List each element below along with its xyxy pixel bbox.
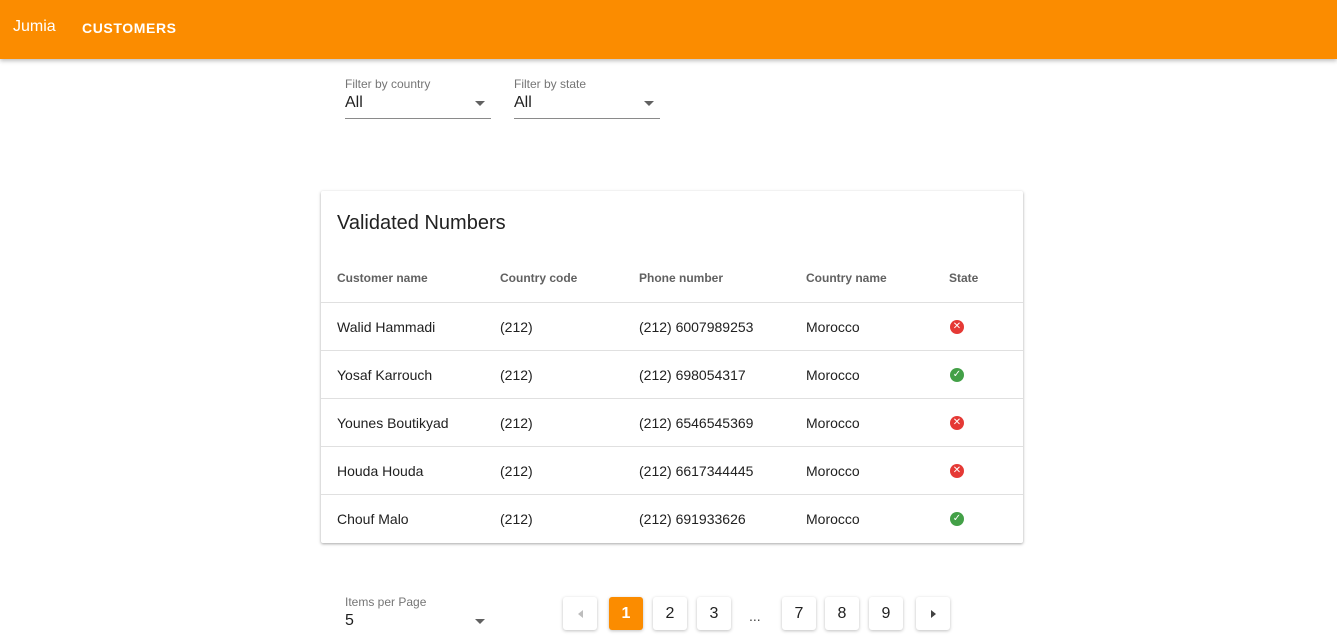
column-header-phone-number: Phone number bbox=[639, 271, 724, 285]
customer-name-cell: Younes Boutikyad bbox=[337, 415, 449, 431]
items-per-page-label: Items per Page bbox=[345, 595, 427, 609]
items-per-page-select[interactable]: Items per Page 5 bbox=[345, 595, 491, 635]
country-code-cell: (212) bbox=[500, 415, 533, 431]
country-code-cell: (212) bbox=[500, 367, 533, 383]
chevron-down-icon bbox=[644, 101, 654, 106]
nav-customers-link[interactable]: CUSTOMERS bbox=[82, 20, 177, 36]
table-row: Chouf Malo (212) (212) 691933626 Morocco ✓ bbox=[321, 495, 1023, 543]
customer-name-cell: Yosaf Karrouch bbox=[337, 367, 433, 383]
phone-number-cell: (212) 6617344445 bbox=[639, 463, 754, 479]
country-filter-value: All bbox=[345, 94, 363, 111]
customer-name-cell: Walid Hammadi bbox=[337, 319, 436, 335]
page-button-8[interactable]: 8 bbox=[825, 597, 859, 630]
table-row: Younes Boutikyad (212) (212) 6546545369 Mor… bbox=[321, 399, 1023, 447]
column-header-country-code: Country code bbox=[500, 271, 578, 285]
phone-number-cell: (212) 6007989253 bbox=[639, 319, 754, 335]
state-filter-label: Filter by state bbox=[514, 77, 587, 91]
pagination-ellipsis: ... bbox=[749, 608, 761, 624]
close-circle-icon: ✕ bbox=[950, 416, 964, 430]
chevron-down-icon bbox=[475, 101, 485, 106]
check-circle-icon: ✓ bbox=[950, 512, 964, 526]
close-circle-icon: ✕ bbox=[950, 464, 964, 478]
card-title: Validated Numbers bbox=[337, 212, 506, 234]
phone-number-cell: (212) 691933626 bbox=[639, 511, 746, 527]
page-button-3[interactable]: 3 bbox=[697, 597, 731, 630]
state-filter-value: All bbox=[514, 94, 532, 111]
validated-numbers-card: Validated Numbers Customer name Country … bbox=[321, 191, 1023, 543]
previous-page-button[interactable] bbox=[563, 597, 597, 630]
items-per-page-value: 5 bbox=[345, 612, 354, 629]
app-bar: Jumia CUSTOMERS bbox=[0, 0, 1337, 59]
country-code-cell: (212) bbox=[500, 463, 533, 479]
phone-number-cell: (212) 698054317 bbox=[639, 367, 746, 383]
page-button-2[interactable]: 2 bbox=[653, 597, 687, 630]
customer-name-cell: Houda Houda bbox=[337, 463, 424, 479]
brand-logo[interactable]: Jumia bbox=[13, 18, 56, 36]
country-name-cell: Morocco bbox=[806, 511, 860, 527]
next-page-button[interactable] bbox=[916, 597, 950, 630]
country-name-cell: Morocco bbox=[806, 415, 860, 431]
page-button-9[interactable]: 9 bbox=[869, 597, 903, 630]
country-name-cell: Morocco bbox=[806, 463, 860, 479]
table-row: Yosaf Karrouch (212) (212) 698054317 Morocc… bbox=[321, 351, 1023, 399]
close-circle-icon: ✕ bbox=[950, 320, 964, 334]
state-filter-select[interactable]: Filter by state All bbox=[514, 77, 660, 119]
country-name-cell: Morocco bbox=[806, 367, 860, 383]
column-header-customer-name: Customer name bbox=[337, 271, 428, 285]
country-filter-label: Filter by country bbox=[345, 77, 431, 91]
table-row: Houda Houda (212) (212) 6617344445 Morocco ✕ bbox=[321, 447, 1023, 495]
column-header-state: State bbox=[949, 271, 979, 285]
table-row: Walid Hammadi (212) (212) 6007989253 Morocc… bbox=[321, 303, 1023, 351]
chevron-down-icon bbox=[475, 619, 485, 624]
page-button-7[interactable]: 7 bbox=[782, 597, 816, 630]
page-button-1[interactable]: 1 bbox=[609, 597, 643, 630]
country-code-cell: (212) bbox=[500, 319, 533, 335]
country-code-cell: (212) bbox=[500, 511, 533, 527]
column-header-country-name: Country name bbox=[806, 271, 887, 285]
chevron-left-icon bbox=[577, 610, 583, 618]
phone-number-cell: (212) 6546545369 bbox=[639, 415, 754, 431]
country-name-cell: Morocco bbox=[806, 319, 860, 335]
country-filter-select[interactable]: Filter by country All bbox=[345, 77, 491, 119]
chevron-right-icon bbox=[930, 610, 936, 618]
customer-name-cell: Chouf Malo bbox=[337, 511, 409, 527]
check-circle-icon: ✓ bbox=[950, 368, 964, 382]
